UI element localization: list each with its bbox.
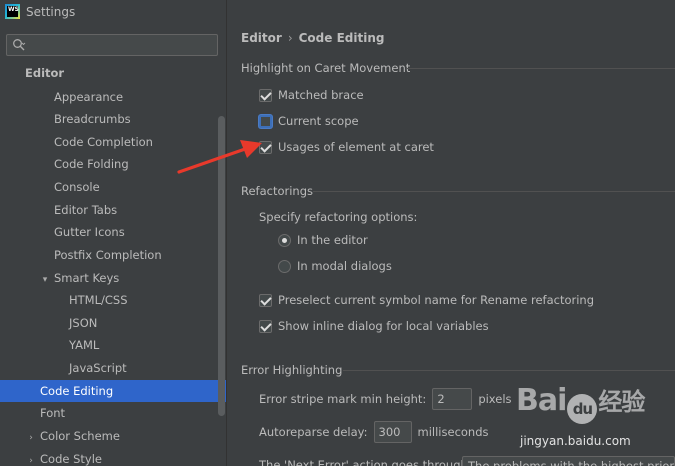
sidebar-item-yaml[interactable]: YAML	[69, 334, 99, 356]
sidebar-item-label: Gutter Icons	[54, 225, 125, 239]
section-title-error-highlighting: Error Highlighting	[241, 363, 343, 377]
usages-element-option[interactable]: Usages of element at caret	[259, 138, 434, 156]
error-stripe-label: Error stripe mark min height:	[259, 392, 427, 406]
app-logo-text: WS	[7, 6, 19, 17]
sidebar-item-smart-keys[interactable]: ▾ Smart Keys	[40, 267, 120, 291]
breadcrumb-current: Code Editing	[298, 31, 385, 45]
next-error-label: The 'Next Error' action goes through:	[259, 458, 472, 466]
sidebar-item-label: Editor Tabs	[54, 203, 118, 217]
breadcrumb: Editor › Code Editing	[241, 31, 384, 45]
sidebar-item-console[interactable]: Console	[54, 176, 100, 198]
section-divider	[313, 191, 675, 192]
chevron-down-icon[interactable]: ▾	[40, 269, 50, 291]
webstorm-logo-icon: WS	[5, 4, 20, 19]
in-editor-radio[interactable]	[278, 233, 291, 247]
sidebar-item-label: YAML	[69, 338, 100, 352]
matched-brace-option[interactable]: Matched brace	[259, 86, 364, 104]
sidebar-item-code-style[interactable]: › Code Style	[26, 448, 102, 466]
baidu-watermark: Bai du 经验 jingyan.baidu.com	[516, 382, 671, 462]
sidebar-item-label: Code Folding	[54, 157, 129, 171]
in-editor-label: In the editor	[297, 233, 368, 247]
sidebar-item-label: Appearance	[54, 90, 124, 104]
sidebar-item-code-editing[interactable]: Code Editing	[0, 380, 226, 402]
matched-brace-label: Matched brace	[278, 88, 364, 102]
preselect-symbol-option[interactable]: Preselect current symbol name for Rename…	[259, 291, 594, 309]
preselect-symbol-checkbox[interactable]	[259, 293, 272, 307]
search-input[interactable]	[31, 37, 211, 53]
sidebar-item-label: JavaScript	[69, 361, 127, 375]
sidebar-item-label: JSON	[69, 316, 98, 330]
section-divider	[343, 370, 675, 371]
breadcrumb-separator: ›	[287, 31, 293, 45]
autoreparse-unit: milliseconds	[417, 425, 489, 439]
sidebar-item-label: HTML/CSS	[69, 293, 128, 307]
sidebar-item-editor[interactable]: Editor	[25, 62, 64, 84]
breadcrumb-parent[interactable]: Editor	[241, 31, 282, 45]
preselect-symbol-label: Preselect current symbol name for Rename…	[278, 293, 595, 307]
sidebar-item-javascript[interactable]: JavaScript	[69, 357, 127, 379]
chevron-right-icon[interactable]: ›	[26, 427, 36, 449]
specify-options-label: Specify refactoring options:	[259, 210, 418, 224]
section-divider	[407, 68, 675, 69]
error-stripe-unit: pixels	[478, 392, 512, 406]
sidebar-item-label: Breadcrumbs	[54, 112, 131, 126]
in-modal-dialogs-option[interactable]: In modal dialogs	[278, 257, 392, 275]
window-title: Settings	[26, 5, 76, 19]
sidebar-item-gutter-icons[interactable]: Gutter Icons	[54, 221, 125, 243]
usages-element-label: Usages of element at caret	[278, 140, 434, 154]
matched-brace-checkbox[interactable]	[259, 88, 272, 102]
sidebar-item-postfix-completion[interactable]: Postfix Completion	[54, 244, 162, 266]
inline-dialog-option[interactable]: Show inline dialog for local variables	[259, 317, 489, 335]
sidebar-item-code-folding[interactable]: Code Folding	[54, 153, 129, 175]
section-title-highlight: Highlight on Caret Movement	[241, 61, 411, 75]
section-title-refactorings: Refactorings	[241, 184, 314, 198]
sidebar-item-label: Code Completion	[54, 135, 153, 149]
inline-dialog-label: Show inline dialog for local variables	[278, 319, 489, 333]
sidebar-item-label: Code Editing	[40, 384, 114, 398]
autoreparse-row: Autoreparse delay: milliseconds	[259, 421, 489, 443]
sidebar-item-appearance[interactable]: Appearance	[54, 86, 123, 108]
current-scope-option[interactable]: Current scope	[259, 112, 359, 130]
settings-search-box[interactable]	[6, 34, 218, 56]
sidebar-item-label: Console	[54, 180, 100, 194]
sidebar-item-label: Font	[40, 406, 66, 420]
sidebar-item-label: Code Style	[40, 452, 102, 466]
sidebar-item-font[interactable]: Font	[40, 402, 65, 424]
current-scope-label: Current scope	[278, 114, 359, 128]
sidebar-item-json[interactable]: JSON	[69, 312, 97, 334]
inline-dialog-checkbox[interactable]	[259, 319, 272, 333]
next-error-row: The 'Next Error' action goes through:	[259, 456, 472, 466]
sidebar-item-color-scheme[interactable]: › Color Scheme	[26, 425, 120, 447]
in-editor-option[interactable]: In the editor	[278, 231, 368, 249]
sidebar-item-label: Editor	[25, 66, 65, 80]
sidebar-item-label: Postfix Completion	[54, 248, 162, 262]
watermark-logo-text-2: 经验	[598, 388, 645, 416]
sidebar-item-code-completion[interactable]: Code Completion	[54, 131, 153, 153]
sidebar-item-label: Color Scheme	[40, 429, 120, 443]
baidu-logo: Bai du 经验	[516, 382, 645, 424]
error-stripe-row: Error stripe mark min height: pixels	[259, 388, 512, 410]
sidebar-item-html-css[interactable]: HTML/CSS	[69, 289, 128, 311]
in-modal-dialogs-label: In modal dialogs	[297, 259, 392, 273]
error-stripe-input[interactable]	[432, 388, 473, 410]
watermark-logo-text-1: Bai	[516, 383, 567, 418]
sidebar-item-breadcrumbs[interactable]: Breadcrumbs	[54, 108, 131, 130]
paw-icon: du	[567, 394, 598, 424]
chevron-right-icon[interactable]: ›	[26, 450, 36, 466]
sidebar-item-editor-tabs[interactable]: Editor Tabs	[54, 199, 117, 221]
autoreparse-label: Autoreparse delay:	[259, 425, 368, 439]
watermark-url: jingyan.baidu.com	[520, 434, 631, 448]
search-icon	[13, 39, 26, 51]
current-scope-checkbox[interactable]	[259, 114, 272, 128]
in-modal-dialogs-radio[interactable]	[278, 259, 291, 273]
autoreparse-input[interactable]	[373, 421, 412, 443]
settings-sidebar: Editor Appearance Breadcrumbs Code Compl…	[0, 26, 226, 466]
sidebar-item-label: Smart Keys	[54, 271, 120, 285]
annotation-arrow-icon	[177, 140, 262, 174]
